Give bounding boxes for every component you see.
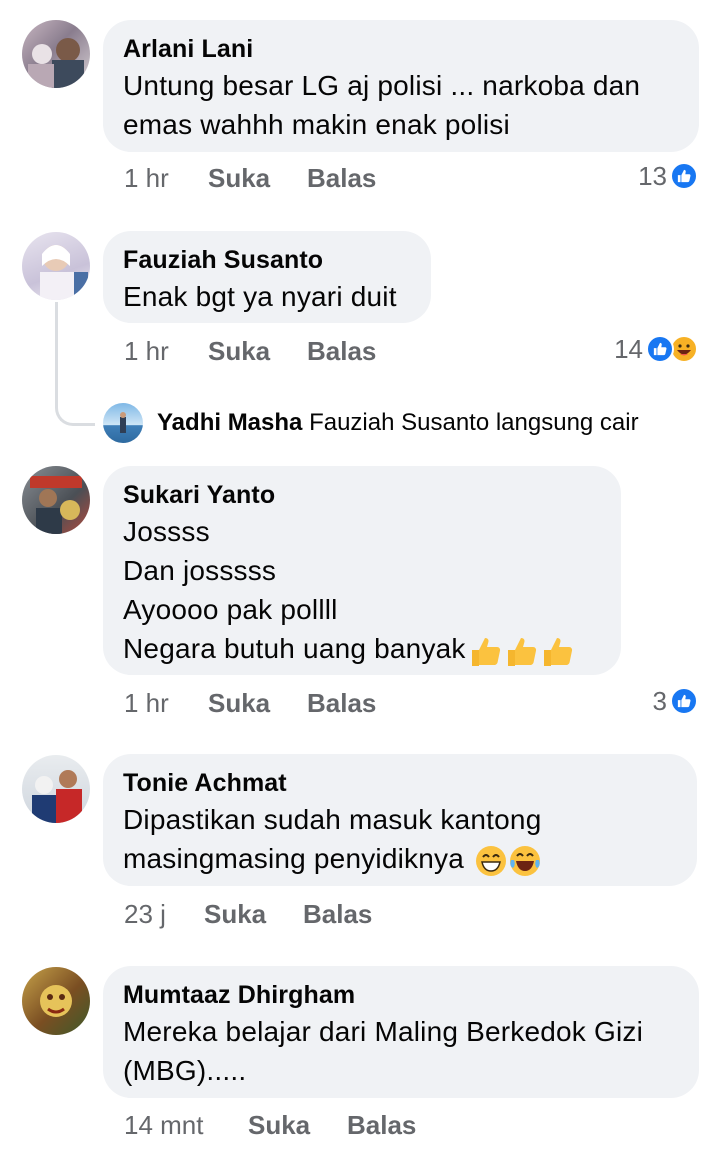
like-button[interactable]: Suka: [208, 688, 270, 718]
comment-author[interactable]: Sukari Yanto: [123, 478, 601, 512]
thumbs-up-icon: [543, 637, 572, 666]
like-icon: [646, 335, 674, 363]
comment-bubble[interactable]: Arlani Lani Untung besar LG aj polisi ..…: [103, 20, 699, 152]
comment-text: Jossss Dan joss​sss Ayoooo pak pollll Ne…: [123, 512, 601, 668]
avatar-image: [28, 38, 84, 88]
comment-author[interactable]: Tonie Achmat: [123, 766, 677, 800]
avatar[interactable]: [22, 20, 90, 88]
comment-author[interactable]: Arlani Lani: [123, 32, 679, 66]
avatar-image: [120, 412, 126, 433]
comment-time[interactable]: 1 hr: [124, 688, 169, 718]
avatar[interactable]: [22, 967, 90, 1035]
comment-author[interactable]: Fauziah Susanto: [123, 243, 411, 277]
thumbs-up-icon: [507, 637, 536, 666]
comment-time[interactable]: 1 hr: [124, 163, 169, 193]
reaction-count: 3: [652, 685, 667, 716]
reply-button[interactable]: Balas: [307, 688, 376, 718]
grin-icon: [475, 845, 506, 876]
like-button[interactable]: Suka: [208, 336, 270, 366]
comment-bubble[interactable]: Fauziah Susanto Enak bgt ya nyari duit: [103, 231, 431, 323]
reply-button[interactable]: Balas: [303, 899, 372, 929]
emoji-group: [474, 844, 542, 878]
like-icon: [670, 162, 698, 190]
comment-author[interactable]: Mumtaaz Dhirgham: [123, 978, 679, 1012]
like-button[interactable]: Suka: [248, 1110, 310, 1140]
like-button[interactable]: Suka: [204, 899, 266, 929]
comment-text: Mereka belajar dari Maling Berkedok Gizi…: [123, 1016, 643, 1086]
comment-time[interactable]: 23 j: [124, 899, 166, 929]
haha-icon: [670, 335, 698, 363]
reaction-summary[interactable]: 3: [653, 686, 698, 716]
reply-preview[interactable]: Yadhi Masha Fauziah Susanto langsung cai…: [157, 408, 639, 438]
avatar-image: [40, 245, 88, 300]
avatar-image: [32, 770, 82, 823]
comment-bubble[interactable]: Mumtaaz Dhirgham Mereka belajar dari Mal…: [103, 966, 699, 1098]
like-icon: [670, 687, 698, 715]
reply-button[interactable]: Balas: [307, 163, 376, 193]
comment-text: Enak bgt ya nyari duit: [123, 281, 397, 312]
avatar-image: [30, 476, 82, 534]
comment-time[interactable]: 1 hr: [124, 336, 169, 366]
reaction-count: 14: [614, 333, 643, 364]
reply-button[interactable]: Balas: [307, 336, 376, 366]
comment-text: Dipastikan sudah masuk kantong masingmas…: [123, 800, 677, 878]
reply-text: Fauziah Susanto langsung cair: [309, 409, 639, 436]
avatar[interactable]: [22, 755, 90, 823]
reply-author[interactable]: Yadhi Masha: [157, 409, 302, 436]
tears-of-joy-icon: [509, 845, 540, 876]
reaction-summary[interactable]: 14: [614, 334, 698, 364]
reply-button[interactable]: Balas: [347, 1110, 416, 1140]
avatar[interactable]: [22, 232, 90, 300]
comment-text-content: Jossss Dan joss​sss Ayoooo pak pollll Ne…: [123, 516, 466, 664]
emoji-group: [468, 634, 576, 668]
thread-connector: [55, 302, 95, 426]
comment-bubble[interactable]: Tonie Achmat Dipastikan sudah masuk kant…: [103, 754, 697, 886]
comment-time[interactable]: 14 mnt: [124, 1110, 204, 1140]
reaction-summary[interactable]: 13: [638, 161, 698, 191]
comment-bubble[interactable]: Sukari Yanto Jossss Dan joss​sss Ayoooo …: [103, 466, 621, 675]
avatar[interactable]: [103, 403, 143, 443]
avatar[interactable]: [22, 466, 90, 534]
reaction-count: 13: [638, 160, 667, 191]
thumbs-up-icon: [471, 637, 500, 666]
comment-text: Untung besar LG aj polisi ... narkoba da…: [123, 70, 641, 140]
like-button[interactable]: Suka: [208, 163, 270, 193]
avatar-image: [40, 985, 72, 1017]
